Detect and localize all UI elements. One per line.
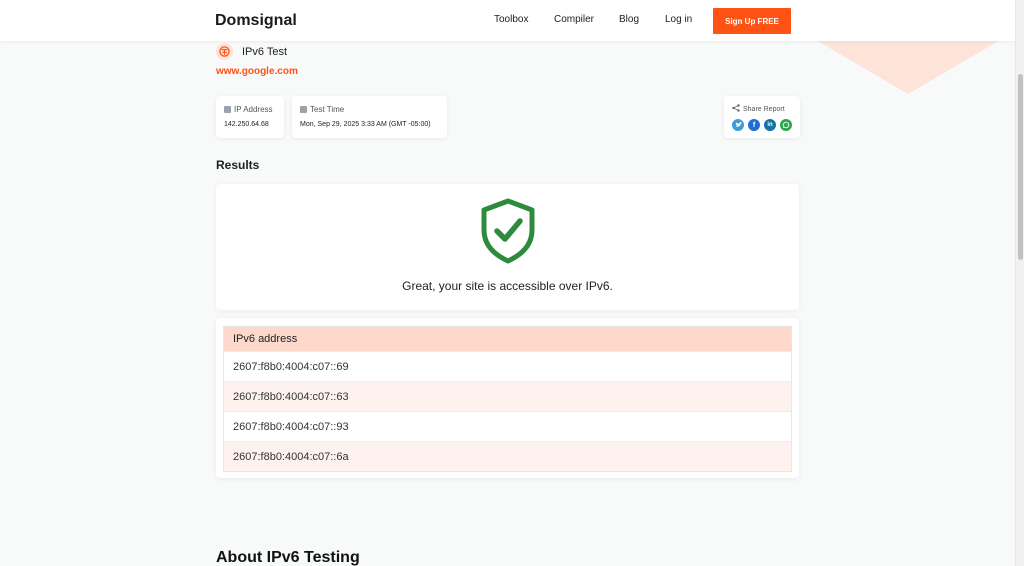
nav-link-login[interactable]: Log in xyxy=(665,14,692,25)
facebook-icon[interactable]: f xyxy=(748,119,760,131)
result-message: Great, your site is accessible over IPv6… xyxy=(402,279,613,293)
share-report-label: Share Report xyxy=(743,105,785,113)
table-row: 2607:f8b0:4004:c07::69 xyxy=(224,351,791,381)
whatsapp-icon[interactable] xyxy=(780,119,792,131)
twitter-icon[interactable] xyxy=(732,119,744,131)
page-scrollbar[interactable] xyxy=(1015,0,1024,566)
globe-icon xyxy=(224,106,231,113)
nav-link-compiler[interactable]: Compiler xyxy=(554,14,594,25)
about-heading: About IPv6 Testing xyxy=(216,549,360,566)
results-heading: Results xyxy=(216,158,260,172)
test-time-card: Test Time Mon, Sep 29, 2025 3:33 AM (GMT… xyxy=(292,96,447,138)
calendar-icon xyxy=(300,106,307,113)
test-time-label: Test Time xyxy=(310,105,345,114)
ip-address-label: IP Address xyxy=(234,105,273,114)
signup-button[interactable]: Sign Up FREE xyxy=(713,8,791,34)
tested-site-link[interactable]: www.google.com xyxy=(216,66,298,77)
shield-check-icon xyxy=(479,198,537,269)
share-report-card: Share Report xyxy=(724,96,800,138)
table-row: 2607:f8b0:4004:c07::93 xyxy=(224,411,791,441)
logo-text: Domsignal xyxy=(215,12,297,29)
ipv6-address-table: IPv6 address 2607:f8b0:4004:c07::69 2607… xyxy=(223,326,792,472)
ipv6-test-icon xyxy=(216,43,233,60)
page-title: IPv6 Test xyxy=(242,46,288,58)
nav-link-toolbox[interactable]: Toolbox xyxy=(494,14,528,25)
scrollbar-thumb[interactable] xyxy=(1018,74,1023,260)
decorative-triangle xyxy=(816,40,1000,94)
ip-address-card: IP Address 142.250.64.68 xyxy=(216,96,284,138)
top-navbar: Domsignal Toolbox Compiler Blog Log in S… xyxy=(0,0,1015,41)
domsignal-logo[interactable]: Domsignal xyxy=(215,10,297,32)
linkedin-icon[interactable]: in xyxy=(764,119,776,131)
table-row: 2607:f8b0:4004:c07::63 xyxy=(224,381,791,411)
share-icon xyxy=(732,104,740,114)
test-time-value: Mon, Sep 29, 2025 3:33 AM (GMT -05:00) xyxy=(300,121,431,128)
table-header: IPv6 address xyxy=(224,327,791,351)
table-row: 2607:f8b0:4004:c07::6a xyxy=(224,441,791,471)
ip-address-value: 142.250.64.68 xyxy=(224,121,269,128)
nav-link-blog[interactable]: Blog xyxy=(619,14,639,25)
